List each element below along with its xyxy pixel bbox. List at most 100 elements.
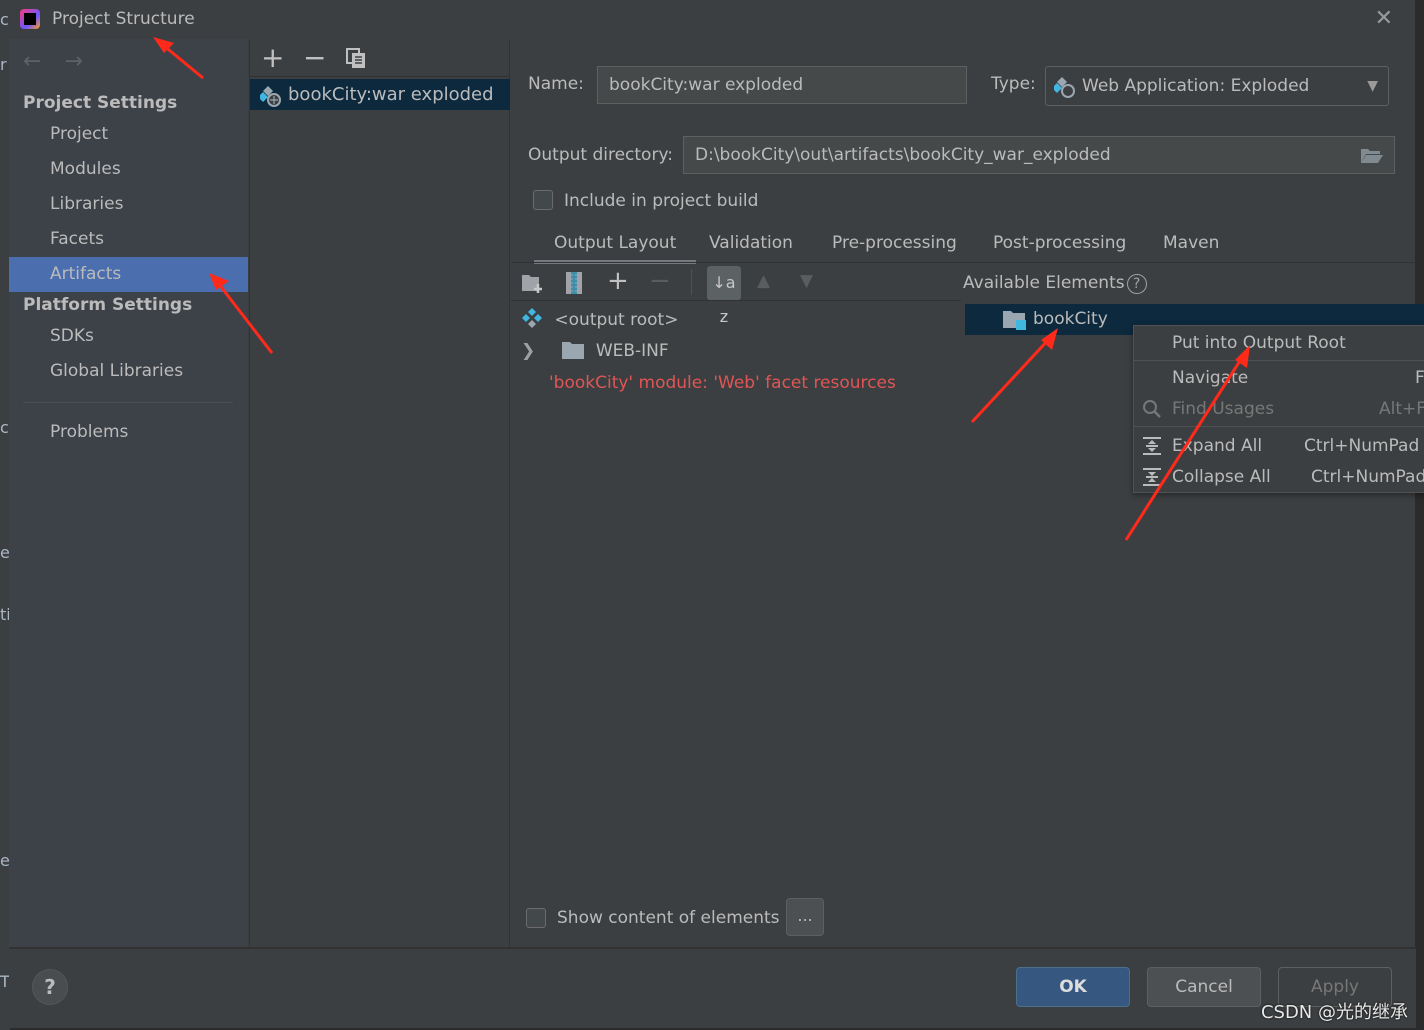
web-artifact-icon [1054,77,1075,98]
show-content-label: Show content of elements [557,908,780,928]
tree-node-web-inf[interactable]: ❯ WEB-INF [521,336,669,366]
intellij-logo-icon [20,9,40,29]
available-elements-title: Available Elements [963,273,1125,293]
help-icon[interactable]: ? [1126,274,1147,294]
tab-output-layout[interactable]: Output Layout [533,227,697,264]
menu-item-shortcut: Alt+F7 [1379,399,1424,419]
close-icon[interactable]: ✕ [1375,6,1393,31]
sidebar-item-label: Modules [50,159,121,179]
menu-item-label: Put into Output Root [1172,333,1346,353]
output-directory-label: Output directory: [528,145,673,165]
sidebar-divider [23,402,233,403]
sidebar-item-modules[interactable]: Modules [9,152,248,187]
name-input[interactable]: bookCity:war exploded [597,66,967,104]
expand-all-icon [1143,437,1161,455]
tab-pre-processing[interactable]: Pre-processing [832,227,957,263]
menu-item-find-usages[interactable]: Find Usages Alt+F7 [1134,394,1424,425]
include-in-build-label: Include in project build [564,191,759,211]
menu-item-shortcut: F4 [1415,368,1424,388]
browse-folder-icon[interactable] [1360,146,1384,164]
menu-item-shortcut: Ctrl+NumPad + [1304,436,1424,456]
menu-item-expand-all[interactable]: Expand All Ctrl+NumPad + [1134,431,1424,462]
artifact-name: bookCity:war exploded [288,84,494,105]
menu-item-shortcut: Ctrl+NumPad - [1311,467,1424,487]
collapse-all-icon [1143,468,1161,486]
watermark: CSDN @光的继承 [1260,1002,1408,1023]
tab-validation[interactable]: Validation [709,227,793,263]
search-icon [1143,400,1161,418]
type-value: Web Application: Exploded [1082,76,1310,96]
sidebar-item-sdks[interactable]: SDKs [9,319,248,354]
chevron-down-icon: ▼ [1367,78,1378,94]
add-icon[interactable]: + [261,41,284,74]
chevron-right-icon[interactable]: ❯ [521,336,547,366]
menu-item-label: Find Usages [1172,399,1275,419]
menu-item-label: Expand All [1172,436,1263,456]
tree-node-label: <output root> [554,310,679,330]
dialog-title: Project Structure [52,9,195,29]
type-select[interactable]: Web Application: Exploded ▼ [1045,66,1389,106]
sidebar-item-facets[interactable]: Facets [9,222,248,257]
menu-item-navigate[interactable]: Navigate F4 [1134,363,1424,394]
sidebar-item-project[interactable]: Project [9,117,248,152]
forward-arrow-icon[interactable]: → [64,49,82,74]
new-directory-icon[interactable] [521,272,545,299]
tree-node-output-root[interactable]: <output root> [521,305,678,335]
settings-sidebar: ← → Project Settings Project Modules Lib… [9,39,248,947]
output-directory-value: D:\bookCity\out\artifacts\bookCity_war_e… [695,145,1111,165]
move-up-icon[interactable]: ▲ [757,271,770,291]
tree-node-label: 'bookCity' module: 'Web' facet resources [549,373,896,393]
copy-icon[interactable] [345,47,367,75]
dialog-footer: ? OK Cancel Apply [9,947,1416,1028]
ok-button[interactable]: OK [1016,967,1130,1007]
menu-separator [1134,360,1424,361]
project-structure-dialog: Project Structure ✕ ← → Project Settings… [9,0,1424,1028]
artifact-list-item[interactable]: bookCity:war exploded [250,79,510,110]
menu-item-label: Collapse All [1172,467,1271,487]
folder-icon [562,342,585,359]
sidebar-item-label: Libraries [50,194,124,214]
artifact-editor: Name: bookCity:war exploded Type: Web Ap… [511,39,1424,947]
sidebar-item-global-libraries[interactable]: Global Libraries [9,354,248,389]
sidebar-item-label: Problems [50,422,129,442]
output-root-icon [522,308,542,328]
dots-label: ... [797,906,813,925]
sort-alphabetically-button[interactable]: ↓a z [707,266,741,326]
section-header-project-settings: Project Settings [23,93,178,113]
toolbar-separator [691,269,692,295]
sort-icon: ↓a z [712,273,736,326]
cancel-button[interactable]: Cancel [1147,967,1261,1007]
sidebar-item-problems[interactable]: Problems [9,415,248,450]
remove-icon[interactable]: − [303,41,326,74]
title-bar: Project Structure ✕ [9,0,1415,39]
archive-icon[interactable] [565,271,583,300]
menu-separator [1134,426,1424,427]
include-in-build-checkbox[interactable] [533,190,553,210]
sidebar-item-label: Artifacts [50,264,122,284]
tree-node-facet-resources[interactable]: 'bookCity' module: 'Web' facet resources [549,368,896,398]
sidebar-item-libraries[interactable]: Libraries [9,187,248,222]
add-element-icon[interactable]: + [607,266,629,296]
remove-element-icon[interactable]: − [649,266,671,296]
artifacts-toolbar: + − [250,39,509,77]
output-directory-input[interactable]: D:\bookCity\out\artifacts\bookCity_war_e… [683,136,1395,174]
help-button[interactable]: ? [32,969,68,1005]
background-text: r [0,55,7,74]
available-elements-label: Available Elements? [963,273,1147,294]
menu-item-collapse-all[interactable]: Collapse All Ctrl+NumPad - [1134,462,1424,493]
tab-post-processing[interactable]: Post-processing [993,227,1126,263]
menu-item-put-into-output-root[interactable]: Put into Output Root [1134,328,1424,359]
back-arrow-icon[interactable]: ← [23,49,41,74]
sidebar-item-label: Facets [50,229,104,249]
section-header-platform-settings: Platform Settings [23,295,193,315]
show-content-checkbox[interactable] [526,908,546,928]
move-down-icon[interactable]: ▼ [800,271,813,291]
sidebar-item-artifacts[interactable]: Artifacts [9,257,248,292]
show-content-options-button[interactable]: ... [786,898,824,936]
sidebar-item-label: Global Libraries [50,361,184,381]
type-label: Type: [991,74,1036,94]
context-menu: Put into Output Root Navigate F4 Find Us… [1133,325,1424,493]
web-artifact-icon [260,86,281,107]
tree-node-label: WEB-INF [595,341,669,361]
tab-maven[interactable]: Maven [1163,227,1219,263]
